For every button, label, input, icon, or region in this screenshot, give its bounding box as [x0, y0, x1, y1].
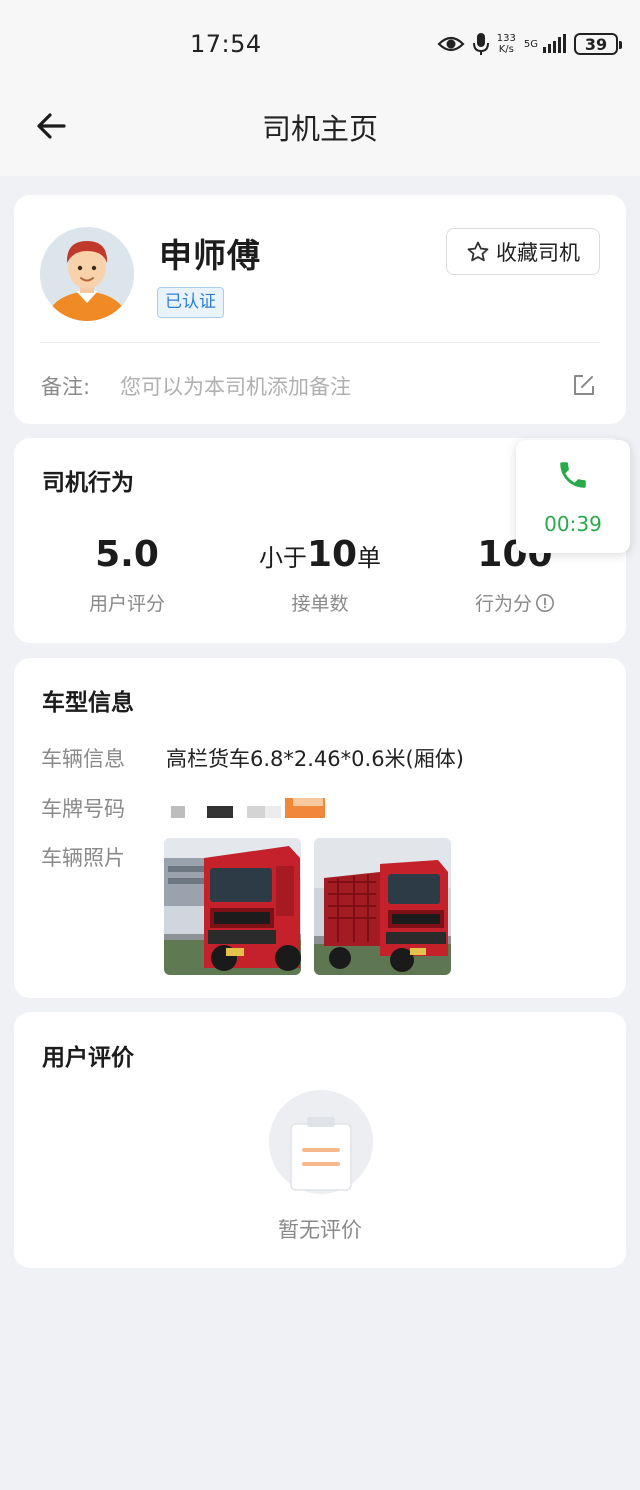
stat-rating-label: 用户评分 [88, 593, 165, 615]
plate-number-redacted [171, 798, 325, 818]
stat-rating-value: 5.0 [95, 534, 159, 575]
section-title-reviews: 用户评价 [42, 1045, 134, 1071]
eye-icon [437, 36, 465, 52]
status-bar: 17:54 133 K/s 5G 39 [0, 0, 640, 90]
star-icon [467, 241, 489, 261]
section-title-vehicle: 车型信息 [42, 690, 134, 716]
user-reviews-card: 用户评价 暂无评价 [14, 1012, 626, 1268]
top-bar: 17:54 133 K/s 5G 39 司机主页 [0, 0, 640, 176]
page-title: 司机主页 [261, 112, 378, 146]
vehicle-info-value: 高栏货车6.8*2.46*0.6米(厢体) [166, 747, 464, 771]
phone-icon [560, 462, 586, 488]
favorite-driver-button[interactable]: 收藏司机 [446, 228, 600, 275]
vehicle-info-card: 车型信息 车辆信息 高栏货车6.8*2.46*0.6米(厢体) 车牌号码 车辆照… [14, 658, 626, 998]
remark-input[interactable]: 您可以为本司机添加备注 [120, 371, 351, 401]
driver-profile-card: 申师傅 已认证 收藏司机 备注: 您可以为本司机添加备注 [14, 195, 626, 424]
divider [40, 342, 600, 343]
edit-icon[interactable] [572, 373, 596, 397]
remark-label: 备注: [41, 375, 91, 399]
signal-icon [543, 34, 566, 53]
call-floating-button[interactable]: 00:39 [516, 440, 630, 553]
truck-side-photo [314, 838, 451, 975]
stat-behavior-score-label[interactable]: 行为分 [415, 589, 615, 616]
vehicle-photo[interactable] [164, 838, 301, 975]
plate-number-label: 车牌号码 [41, 797, 125, 821]
stat-orders-value: 小于10单 [258, 534, 382, 575]
vehicle-info-label: 车辆信息 [41, 747, 125, 771]
battery-icon: 39 [574, 33, 622, 55]
avatar [40, 227, 134, 321]
stat-orders: 小于10单 接单数 [220, 533, 420, 616]
status-time: 17:54 [190, 30, 262, 58]
network-type: 5G [523, 38, 538, 50]
stat-orders-label: 接单数 [291, 593, 349, 615]
call-timer: 00:39 [544, 512, 602, 536]
network-speed: 133 K/s [496, 33, 516, 55]
vehicle-photo[interactable] [314, 838, 451, 975]
section-title-behavior: 司机行为 [42, 470, 134, 496]
verified-badge: 已认证 [157, 287, 224, 318]
clipboard-icon [290, 1117, 352, 1191]
empty-reviews-text: 暂无评价 [278, 1218, 362, 1242]
empty-state-illustration [269, 1090, 373, 1194]
driver-name: 申师傅 [159, 236, 261, 275]
microphone-icon [472, 33, 489, 55]
truck-front-photo [164, 838, 301, 975]
vehicle-photos-label: 车辆照片 [41, 846, 125, 870]
driver-avatar-illustration [40, 227, 134, 321]
info-icon[interactable] [535, 593, 555, 613]
favorite-driver-label: 收藏司机 [496, 240, 580, 265]
status-icons: 133 K/s 5G 39 [437, 30, 622, 58]
stat-rating: 5.0 用户评分 [27, 533, 227, 616]
